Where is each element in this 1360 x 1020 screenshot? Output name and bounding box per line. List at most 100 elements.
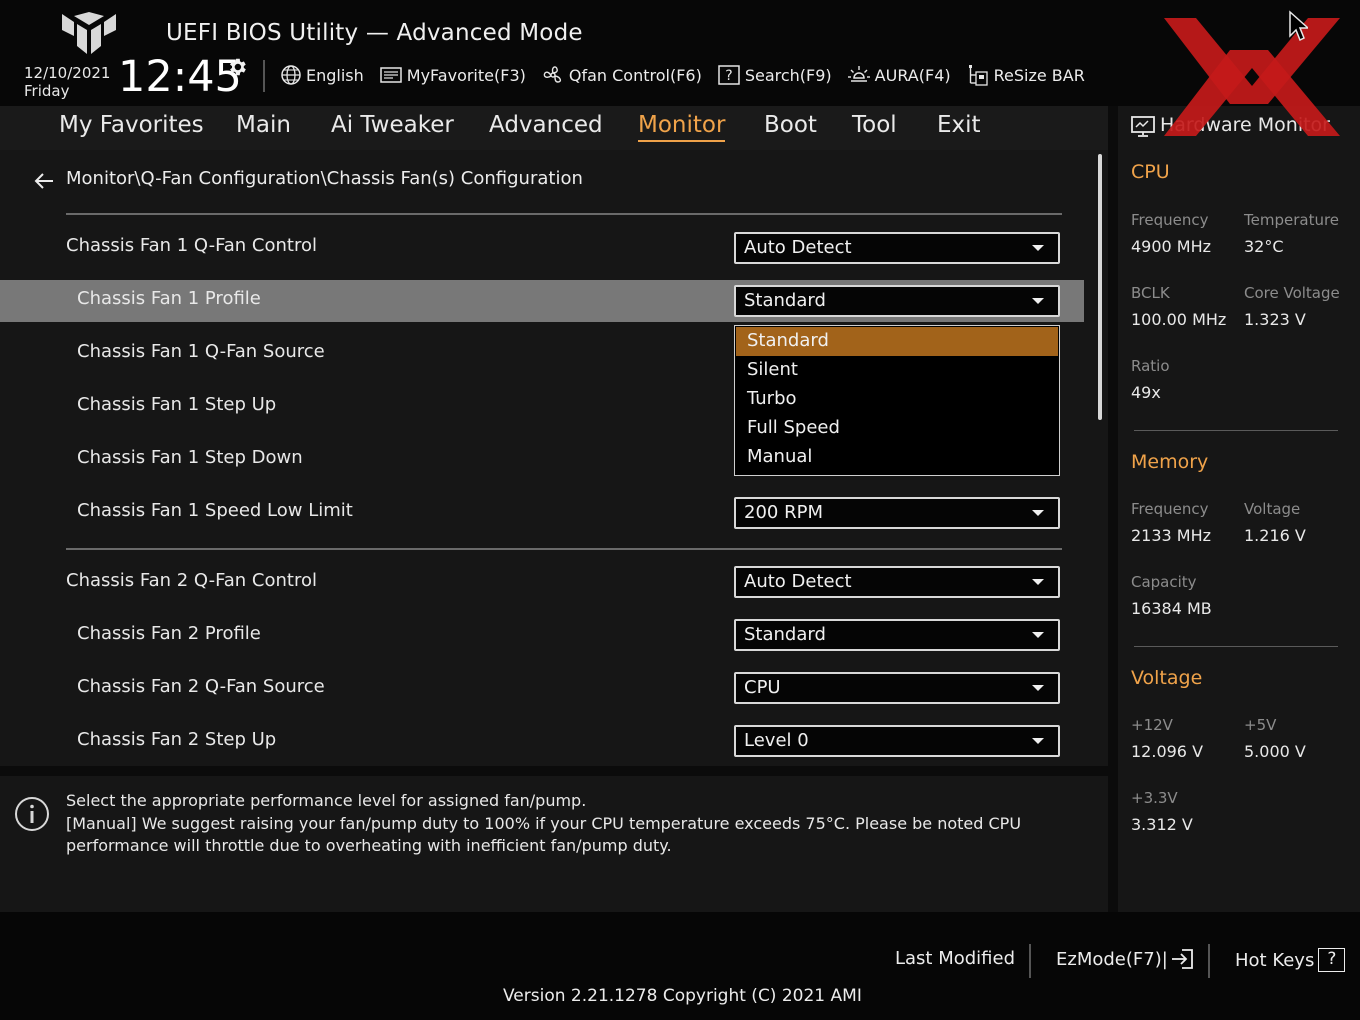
chassis-fan2-qfan-control-dropdown[interactable]: Auto Detect bbox=[734, 566, 1060, 598]
info-icon bbox=[15, 797, 49, 831]
svg-text:?: ? bbox=[725, 68, 732, 84]
dropdown-value: Auto Detect bbox=[744, 237, 852, 258]
search-button[interactable]: ? Search(F9) bbox=[717, 64, 832, 86]
resize-bar-button[interactable]: ReSize BAR bbox=[966, 63, 1085, 87]
globe-icon bbox=[281, 65, 301, 85]
section-divider bbox=[66, 213, 1062, 215]
language-button[interactable]: English bbox=[280, 64, 364, 86]
setting-label[interactable]: Chassis Fan 2 Profile bbox=[77, 623, 261, 644]
chevron-down-icon bbox=[1032, 685, 1044, 691]
profile-option-full-speed[interactable]: Full Speed bbox=[736, 414, 1058, 443]
setting-label[interactable]: Chassis Fan 2 Q-Fan Source bbox=[77, 676, 325, 697]
hot-keys-label: Hot Keys bbox=[1235, 949, 1315, 971]
app-title: UEFI BIOS Utility — Advanced Mode bbox=[166, 20, 583, 46]
clock-display: 12:45 bbox=[118, 52, 242, 102]
day-text: Friday bbox=[24, 82, 70, 100]
dropdown-value: Auto Detect bbox=[744, 571, 852, 592]
help-search-icon: ? bbox=[718, 65, 740, 85]
hot-keys-button[interactable]: Hot Keys ? bbox=[1235, 948, 1346, 972]
cpu-ratio-label: Ratio bbox=[1131, 357, 1170, 375]
header-bar: UEFI BIOS Utility — Advanced Mode 12/10/… bbox=[0, 0, 1360, 106]
resize-bar-icon bbox=[968, 65, 988, 86]
setting-label[interactable]: Chassis Fan 1 Q-Fan Source bbox=[77, 341, 325, 362]
help-line-1: Select the appropriate performance level… bbox=[66, 791, 587, 810]
setting-label[interactable]: Chassis Fan 1 Step Up bbox=[77, 394, 276, 415]
ezmode-label: EzMode(F7)| bbox=[1056, 948, 1168, 970]
qfan-control-button[interactable]: Qfan Control(F6) bbox=[541, 64, 702, 86]
dropdown-value: CPU bbox=[744, 677, 781, 698]
setting-label[interactable]: Chassis Fan 2 Q-Fan Control bbox=[66, 570, 317, 591]
tab-ai-tweaker[interactable]: Ai Tweaker bbox=[331, 112, 454, 138]
tuf-logo-icon bbox=[62, 12, 116, 54]
section-divider bbox=[66, 548, 1062, 550]
cpu-frequency-value: 4900 MHz bbox=[1131, 237, 1212, 256]
setting-label[interactable]: Chassis Fan 1 Speed Low Limit bbox=[77, 500, 353, 521]
cpu-temperature-value: 32°C bbox=[1244, 237, 1284, 256]
cpu-heading: CPU bbox=[1131, 161, 1170, 183]
breadcrumb: Monitor\Q-Fan Configuration\Chassis Fan(… bbox=[66, 168, 583, 189]
tab-my-favorites[interactable]: My Favorites bbox=[59, 112, 204, 138]
cpu-core-voltage-value: 1.323 V bbox=[1244, 310, 1306, 329]
footer-bar: Last Modified EzMode(F7)| Hot Keys ? Ver… bbox=[0, 912, 1360, 1020]
dropdown-value: 200 RPM bbox=[744, 502, 823, 523]
profile-option-manual[interactable]: Manual bbox=[736, 443, 1058, 472]
settings-scrollbar[interactable] bbox=[1098, 154, 1102, 420]
cpu-core-voltage-label: Core Voltage bbox=[1244, 284, 1340, 302]
chassis-fan2-profile-dropdown[interactable]: Standard bbox=[734, 619, 1060, 651]
tab-boot[interactable]: Boot bbox=[764, 112, 817, 138]
chassis-fan1-profile-dropdown[interactable]: Standard bbox=[734, 285, 1060, 317]
setting-label[interactable]: Chassis Fan 1 Profile bbox=[77, 288, 261, 309]
chassis-fan2-qfan-source-dropdown[interactable]: CPU bbox=[734, 672, 1060, 704]
tab-monitor[interactable]: Monitor bbox=[638, 112, 726, 142]
chassis-fan1-qfan-control-dropdown[interactable]: Auto Detect bbox=[734, 232, 1060, 264]
profile-option-standard[interactable]: Standard bbox=[736, 327, 1058, 356]
setting-label[interactable]: Chassis Fan 1 Q-Fan Control bbox=[66, 235, 317, 256]
myfavorite-button[interactable]: MyFavorite(F3) bbox=[379, 65, 526, 85]
version-text: Version 2.21.1278 Copyright (C) 2021 AMI bbox=[503, 986, 862, 1006]
profile-option-turbo[interactable]: Turbo bbox=[736, 385, 1058, 414]
chevron-down-icon bbox=[1032, 245, 1044, 251]
setting-label[interactable]: Chassis Fan 2 Step Up bbox=[77, 729, 276, 750]
aura-button[interactable]: AURA(F4) bbox=[847, 64, 951, 86]
last-modified-button[interactable]: Last Modified bbox=[895, 948, 1015, 969]
cpu-temperature-label: Temperature bbox=[1244, 211, 1340, 229]
myfavorite-label: MyFavorite(F3) bbox=[406, 65, 526, 85]
date-display: 12/10/2021 Friday bbox=[24, 64, 110, 100]
last-modified-label: Last Modified bbox=[895, 948, 1016, 969]
favorite-list-icon bbox=[380, 67, 402, 83]
monitor-icon bbox=[1131, 116, 1155, 137]
hardware-monitor-title: Hardware Monitor bbox=[1160, 114, 1330, 136]
chevron-down-icon bbox=[1032, 579, 1044, 585]
tab-tool[interactable]: Tool bbox=[852, 112, 897, 138]
chassis-fan2-step-up-dropdown[interactable]: Level 0 bbox=[734, 725, 1060, 757]
ezmode-button[interactable]: EzMode(F7)| bbox=[1056, 948, 1196, 970]
chevron-down-icon bbox=[1032, 738, 1044, 744]
aura-label: AURA(F4) bbox=[874, 65, 951, 85]
qfan-label: Qfan Control(F6) bbox=[568, 65, 702, 85]
gear-icon[interactable] bbox=[226, 56, 248, 78]
footer-divider bbox=[1029, 944, 1031, 978]
memory-voltage-value: 1.216 V bbox=[1244, 526, 1306, 545]
aura-light-icon bbox=[847, 66, 870, 82]
hardware-monitor-panel: Hardware Monitor CPU Frequency Temperatu… bbox=[1118, 106, 1360, 912]
mouse-cursor-icon bbox=[1289, 10, 1308, 42]
cpu-bclk-label: BCLK bbox=[1131, 284, 1170, 302]
tab-advanced[interactable]: Advanced bbox=[489, 112, 603, 138]
header-divider bbox=[263, 60, 265, 92]
chevron-down-icon bbox=[1032, 632, 1044, 638]
profile-option-silent[interactable]: Silent bbox=[736, 356, 1058, 385]
dropdown-value: Standard bbox=[744, 624, 826, 645]
memory-heading: Memory bbox=[1131, 451, 1209, 473]
voltage-12v-label: +12V bbox=[1131, 716, 1173, 734]
voltage-3v3-label: +3.3V bbox=[1131, 789, 1178, 807]
memory-voltage-label: Voltage bbox=[1244, 500, 1301, 518]
help-panel: Select the appropriate performance level… bbox=[0, 776, 1108, 912]
chassis-fan1-speed-low-limit-dropdown[interactable]: 200 RPM bbox=[734, 497, 1060, 529]
setting-label[interactable]: Chassis Fan 1 Step Down bbox=[77, 447, 303, 468]
chevron-down-icon bbox=[1032, 298, 1044, 304]
exit-arrow-icon bbox=[1171, 949, 1193, 969]
back-arrow-icon[interactable] bbox=[34, 172, 54, 190]
resize-bar-label: ReSize BAR bbox=[993, 65, 1085, 85]
tab-main[interactable]: Main bbox=[236, 112, 291, 138]
tab-exit[interactable]: Exit bbox=[937, 112, 981, 138]
